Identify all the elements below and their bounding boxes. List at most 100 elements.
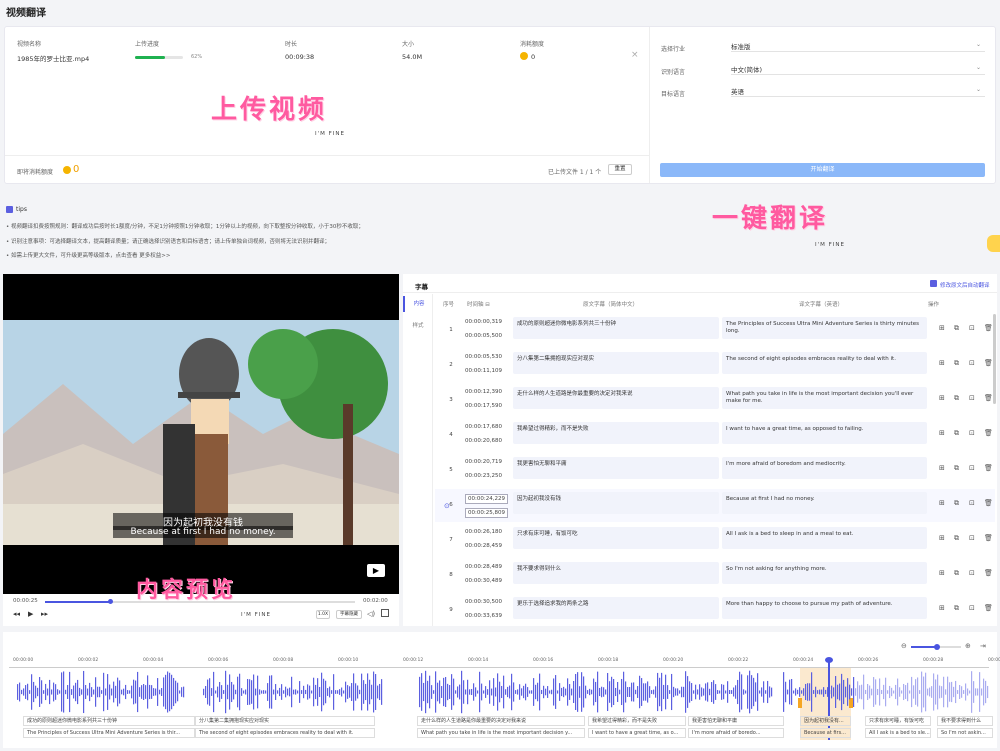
- video-player[interactable]: 因为起初我没有钱 Because at first I had no money…: [3, 274, 399, 594]
- row-target-text[interactable]: What path you take in life is the most i…: [722, 387, 927, 409]
- segment-en-text[interactable]: Because at firs...: [800, 728, 851, 738]
- row-start-time[interactable]: 00:00:05,530: [465, 354, 502, 360]
- merge-icon[interactable]: ⊞: [939, 359, 945, 367]
- youtube-play-icon[interactable]: ▶: [367, 564, 385, 577]
- zoom-in-icon[interactable]: ⊕: [965, 642, 971, 650]
- row-end-time[interactable]: 00:00:20,680: [465, 438, 502, 444]
- delete-icon[interactable]: 🗑: [984, 604, 993, 612]
- row-start-time[interactable]: 00:00:17,680: [465, 424, 502, 430]
- row-end-time[interactable]: 00:00:25,809: [465, 508, 508, 518]
- row-start-time[interactable]: 00:00:24,229: [465, 494, 508, 504]
- row-target-text[interactable]: All I ask is a bed to sleep in and a mea…: [722, 527, 927, 549]
- delete-icon[interactable]: 🗑: [984, 324, 993, 332]
- insert-icon[interactable]: ⊡: [969, 604, 975, 612]
- delete-icon[interactable]: 🗑: [984, 534, 993, 542]
- subtitle-row[interactable]: 4 00:00:17,680 00:00:20,680 我希望过得精彩，而不是失…: [435, 419, 995, 452]
- delete-icon[interactable]: 🗑: [984, 394, 993, 402]
- auto-translate-checkbox[interactable]: [930, 280, 937, 287]
- zoom-out-icon[interactable]: ⊖: [901, 642, 907, 650]
- zoom-handle[interactable]: [934, 644, 940, 650]
- fullscreen-icon[interactable]: [381, 609, 389, 617]
- row-target-text[interactable]: I want to have a great time, as opposed …: [722, 422, 927, 444]
- row-target-text[interactable]: The second of eight episodes embraces re…: [722, 352, 927, 374]
- scrollbar[interactable]: [993, 314, 996, 404]
- row-source-text[interactable]: 分八集第二集拥抱现实应对现实: [513, 352, 719, 374]
- subtitle-row[interactable]: 9 00:00:30,500 00:00:33,639 更乐于选择追求我的两条之…: [435, 594, 995, 627]
- merge-icon[interactable]: ⊞: [939, 534, 945, 542]
- start-translate-button[interactable]: 开始翻译: [660, 163, 985, 177]
- row-end-time[interactable]: 00:00:11,109: [465, 368, 502, 374]
- row-target-text[interactable]: So I'm not asking for anything more.: [722, 562, 927, 584]
- subtitle-row[interactable]: 7 00:00:26,180 00:00:28,459 只求有床可睡，有饭可吃 …: [435, 524, 995, 557]
- row-start-time[interactable]: 00:00:30,500: [465, 599, 502, 605]
- insert-icon[interactable]: ⊡: [969, 569, 975, 577]
- merge-icon[interactable]: ⊞: [939, 394, 945, 402]
- playhead-knob[interactable]: [825, 657, 833, 663]
- segment-cn-text[interactable]: 成功的原则超迷你微电影系列共三十份钟: [23, 716, 195, 726]
- subtitle-row[interactable]: 8 00:00:28,489 00:00:30,489 我不要求得到什么 So …: [435, 559, 995, 592]
- row-target-text[interactable]: I'm more afraid of boredom and mediocrit…: [722, 457, 927, 479]
- segment-cn-text[interactable]: 我不要求得到什么: [937, 716, 993, 726]
- segment-en-text[interactable]: I want to have a great time, as o...: [588, 728, 686, 738]
- insert-icon[interactable]: ⊡: [969, 499, 975, 507]
- split-icon[interactable]: ⧉: [954, 499, 959, 508]
- row-start-time[interactable]: 00:00:20,719: [465, 459, 502, 465]
- subtitle-row[interactable]: 1 00:00:00,319 00:00:05,500 成功的原则超迷你微电影系…: [435, 314, 995, 347]
- row-source-text[interactable]: 我更害怕无聊和平庸: [513, 457, 719, 479]
- segment-cn-text[interactable]: 我更害怕无聊和平庸: [688, 716, 784, 726]
- subtitle-toggle-button[interactable]: 字幕隐藏: [336, 610, 362, 619]
- delete-icon[interactable]: 🗑: [984, 429, 993, 437]
- subtitle-row[interactable]: 5 00:00:20,719 00:00:23,250 我更害怕无聊和平庸 I'…: [435, 454, 995, 487]
- prev-icon[interactable]: ◂◂: [13, 610, 20, 618]
- row-target-text[interactable]: The Principles of Success Ultra Mini Adv…: [722, 317, 927, 339]
- segment-cn-text[interactable]: 走什么样的人生道路是你最重要的决定对我来说: [417, 716, 585, 726]
- split-icon[interactable]: ⧉: [954, 429, 959, 438]
- speed-button[interactable]: 1.0X: [316, 610, 330, 619]
- industry-select[interactable]: 标准版 ⌄: [731, 39, 985, 52]
- merge-icon[interactable]: ⊞: [939, 464, 945, 472]
- insert-icon[interactable]: ⊡: [969, 394, 975, 402]
- delete-icon[interactable]: 🗑: [984, 499, 993, 507]
- split-icon[interactable]: ⧉: [954, 604, 959, 613]
- segment-cn-text[interactable]: 我希望过得精彩，而不是失败: [588, 716, 686, 726]
- split-icon[interactable]: ⧉: [954, 394, 959, 403]
- row-start-time[interactable]: 00:00:00,319: [465, 319, 502, 325]
- row-source-text[interactable]: 我希望过得精彩，而不是失败: [513, 422, 719, 444]
- floating-helper-icon[interactable]: [987, 235, 1000, 252]
- split-icon[interactable]: ⧉: [954, 464, 959, 473]
- play-icon[interactable]: ▶: [28, 610, 33, 618]
- row-start-time[interactable]: 00:00:12,390: [465, 389, 502, 395]
- merge-icon[interactable]: ⊞: [939, 324, 945, 332]
- split-icon[interactable]: ⧉: [954, 534, 959, 543]
- split-icon[interactable]: ⧉: [954, 569, 959, 578]
- row-end-time[interactable]: 00:00:05,500: [465, 333, 502, 339]
- segment-en-text[interactable]: All I ask is a bed to sle...: [865, 728, 931, 738]
- row-source-text[interactable]: 更乐于选择追求我的两条之路: [513, 597, 719, 619]
- row-start-time[interactable]: 00:00:26,180: [465, 529, 502, 535]
- segment-en-text[interactable]: The Principles of Success Ultra Mini Adv…: [23, 728, 195, 738]
- tab-content[interactable]: 内容: [403, 296, 433, 312]
- insert-icon[interactable]: ⊡: [969, 464, 975, 472]
- row-end-time[interactable]: 00:00:23,250: [465, 473, 502, 479]
- insert-icon[interactable]: ⊡: [969, 429, 975, 437]
- segment-en-text[interactable]: I'm more afraid of boredo...: [688, 728, 784, 738]
- merge-icon[interactable]: ⊞: [939, 499, 945, 507]
- split-icon[interactable]: ⧉: [954, 324, 959, 333]
- recognize-language-select[interactable]: 中文(简体) ⌄: [731, 62, 985, 75]
- merge-icon[interactable]: ⊞: [939, 604, 945, 612]
- row-end-time[interactable]: 00:00:33,639: [465, 613, 502, 619]
- segment-cn-text[interactable]: 分八集第二集拥抱现实应对现实: [195, 716, 375, 726]
- target-language-select[interactable]: 英语 ⌄: [731, 84, 985, 97]
- subtitle-row[interactable]: 2 00:00:05,530 00:00:11,109 分八集第二集拥抱现实应对…: [435, 349, 995, 382]
- row-end-time[interactable]: 00:00:28,459: [465, 543, 502, 549]
- volume-icon[interactable]: ◁): [367, 610, 375, 618]
- segment-cn-text[interactable]: 因为起初我没有...: [800, 716, 851, 726]
- delete-icon[interactable]: 🗑: [984, 464, 993, 472]
- segment-en-text[interactable]: So I'm not askin...: [937, 728, 993, 738]
- delete-icon[interactable]: 🗑: [984, 569, 993, 577]
- next-icon[interactable]: ▸▸: [41, 610, 48, 618]
- row-end-time[interactable]: 00:00:17,590: [465, 403, 502, 409]
- insert-icon[interactable]: ⊡: [969, 534, 975, 542]
- insert-icon[interactable]: ⊡: [969, 324, 975, 332]
- merge-icon[interactable]: ⊞: [939, 569, 945, 577]
